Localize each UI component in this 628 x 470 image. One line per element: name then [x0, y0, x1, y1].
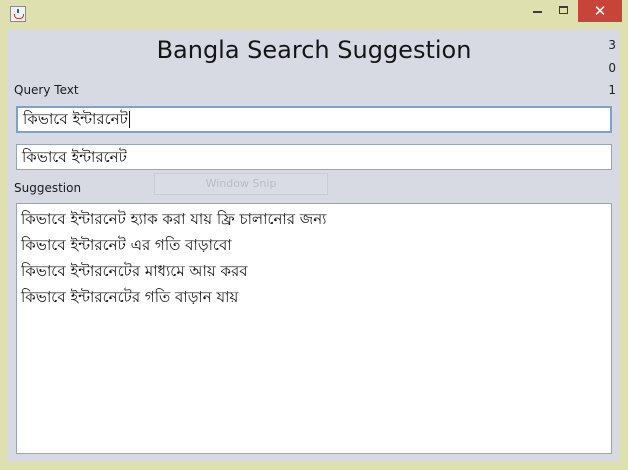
query-echo-field[interactable]: কিভাবে ইন্টারনেট [16, 144, 612, 170]
minimize-icon [533, 11, 542, 13]
list-item[interactable]: কিভাবে ইন্টারনেটের মাধ্যমে আয় করব [17, 258, 611, 284]
window-snip-overlay: Window Snip [154, 173, 328, 195]
query-input[interactable]: কিভাবে ইন্টারনেট [16, 106, 612, 133]
list-item[interactable]: কিভাবে ইন্টারনেট হ্যাক করা যায় ফ্রি চাল… [17, 206, 611, 232]
counter-value: 0 [608, 61, 616, 75]
title-bar[interactable]: ✕ [0, 0, 628, 28]
query-text-label: Query Text [14, 83, 79, 97]
java-cup-icon[interactable] [10, 6, 26, 22]
minimize-button[interactable] [521, 0, 553, 22]
suggestion-label: Suggestion [14, 181, 82, 195]
text-caret [128, 111, 130, 128]
app-window: ✕ Bangla Search Suggestion 3 0 1 Query T… [0, 0, 628, 470]
close-button[interactable]: ✕ [578, 0, 622, 22]
list-item[interactable]: কিভাবে ইন্টারনেট এর গতি বাড়াবো [17, 232, 611, 258]
query-input-value: কিভাবে ইন্টারনেট [23, 110, 128, 128]
page-title: Bangla Search Suggestion [156, 36, 472, 64]
list-item[interactable]: কিভাবে ইন্টারনেটের গতি বাড়ান যায় [17, 284, 611, 310]
query-echo-value: কিভাবে ইন্টারনেট [22, 148, 127, 166]
close-icon: ✕ [593, 2, 607, 20]
main-panel: Bangla Search Suggestion 3 0 1 Query Tex… [8, 30, 620, 462]
suggestion-list[interactable]: কিভাবে ইন্টারনেট হ্যাক করা যায় ফ্রি চাল… [16, 203, 612, 454]
counter-value: 3 [608, 38, 616, 52]
maximize-icon [559, 6, 568, 14]
maximize-button[interactable] [553, 0, 579, 22]
counter-value: 1 [608, 83, 616, 97]
